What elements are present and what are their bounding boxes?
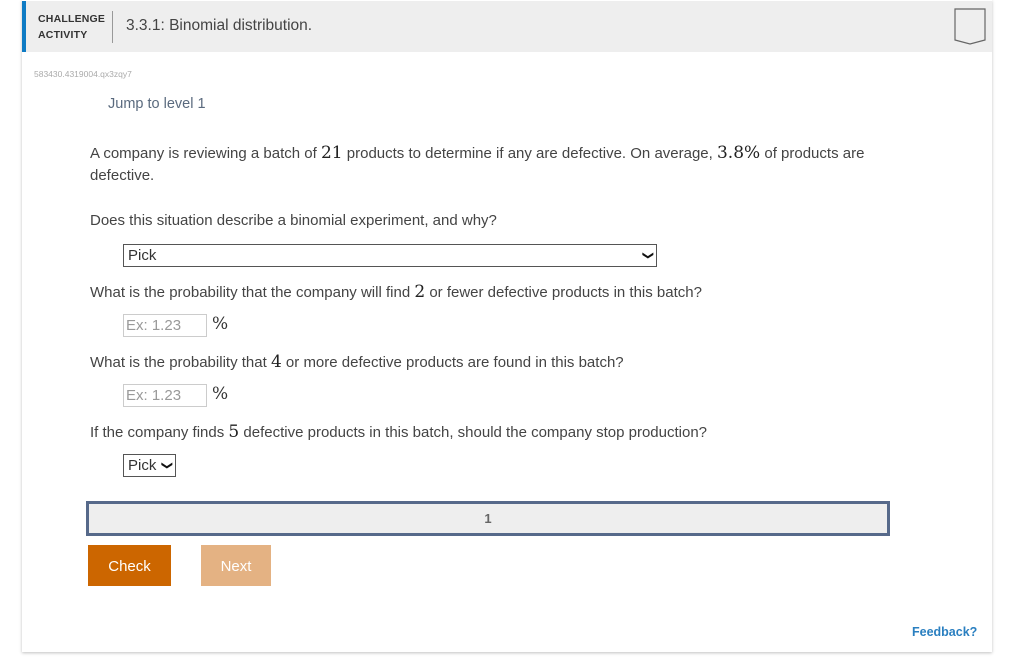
activity-title: 3.3.1: Binomial distribution. bbox=[126, 17, 313, 34]
question-text: What is the probability that bbox=[90, 354, 271, 371]
batch-size: 21 bbox=[320, 143, 343, 163]
question-two-or-fewer: What is the probability that the company… bbox=[90, 282, 702, 302]
two-or-fewer-input[interactable]: Ex: 1.23 bbox=[123, 314, 207, 337]
prompt-text: products to determine if any are defecti… bbox=[342, 145, 717, 162]
level-progress-bar: 1 bbox=[86, 501, 890, 536]
label-line2: ACTIVITY bbox=[38, 29, 88, 41]
question-number: 5 bbox=[228, 422, 240, 442]
chevron-down-icon: ❯ bbox=[641, 250, 654, 261]
defect-rate: 3.8% bbox=[716, 143, 761, 163]
question-stop-production: If the company finds 5 defective product… bbox=[90, 422, 707, 442]
bookmark-icon[interactable] bbox=[954, 8, 986, 51]
question-text: or more defective products are found in … bbox=[281, 354, 624, 371]
percent-unit: % bbox=[212, 384, 229, 404]
feedback-link[interactable]: Feedback? bbox=[912, 625, 977, 639]
prompt-text: A company is reviewing a batch of bbox=[90, 145, 321, 162]
label-line1: CHALLENGE bbox=[38, 13, 106, 25]
select-value: Pick bbox=[128, 247, 157, 264]
question-text: If the company finds bbox=[90, 424, 229, 441]
binomial-reason-select[interactable]: Pick ❯ bbox=[123, 244, 657, 267]
activity-id: 583430.4319004.qx3zqy7 bbox=[34, 69, 132, 79]
activity-header: CHALLENGE ACTIVITY 3.3.1: Binomial distr… bbox=[22, 1, 992, 52]
question-text: defective products in this batch, should… bbox=[239, 424, 708, 441]
four-or-more-input[interactable]: Ex: 1.23 bbox=[123, 384, 207, 407]
question-number: 2 bbox=[414, 282, 426, 302]
jump-to-level-link[interactable]: Jump to level 1 bbox=[108, 96, 206, 112]
percent-unit: % bbox=[212, 314, 229, 334]
stop-production-select[interactable]: Pick ❯ bbox=[123, 454, 176, 477]
challenge-activity-card: CHALLENGE ACTIVITY 3.3.1: Binomial distr… bbox=[22, 0, 992, 652]
problem-prompt: A company is reviewing a batch of 21 pro… bbox=[90, 142, 890, 187]
check-button[interactable]: Check bbox=[88, 545, 171, 586]
question-text: What is the probability that the company… bbox=[90, 284, 415, 301]
next-button[interactable]: Next bbox=[201, 545, 271, 586]
chevron-down-icon: ❯ bbox=[160, 460, 173, 471]
question-four-or-more: What is the probability that 4 or more d… bbox=[90, 352, 624, 372]
level-1-indicator[interactable]: 1 bbox=[89, 511, 887, 526]
activity-type-label: CHALLENGE ACTIVITY bbox=[38, 11, 105, 43]
select-value: Pick bbox=[128, 457, 157, 474]
question-binomial: Does this situation describe a binomial … bbox=[90, 212, 497, 229]
question-text: or fewer defective products in this batc… bbox=[425, 284, 702, 301]
question-number: 4 bbox=[270, 352, 282, 372]
header-divider bbox=[112, 11, 113, 43]
